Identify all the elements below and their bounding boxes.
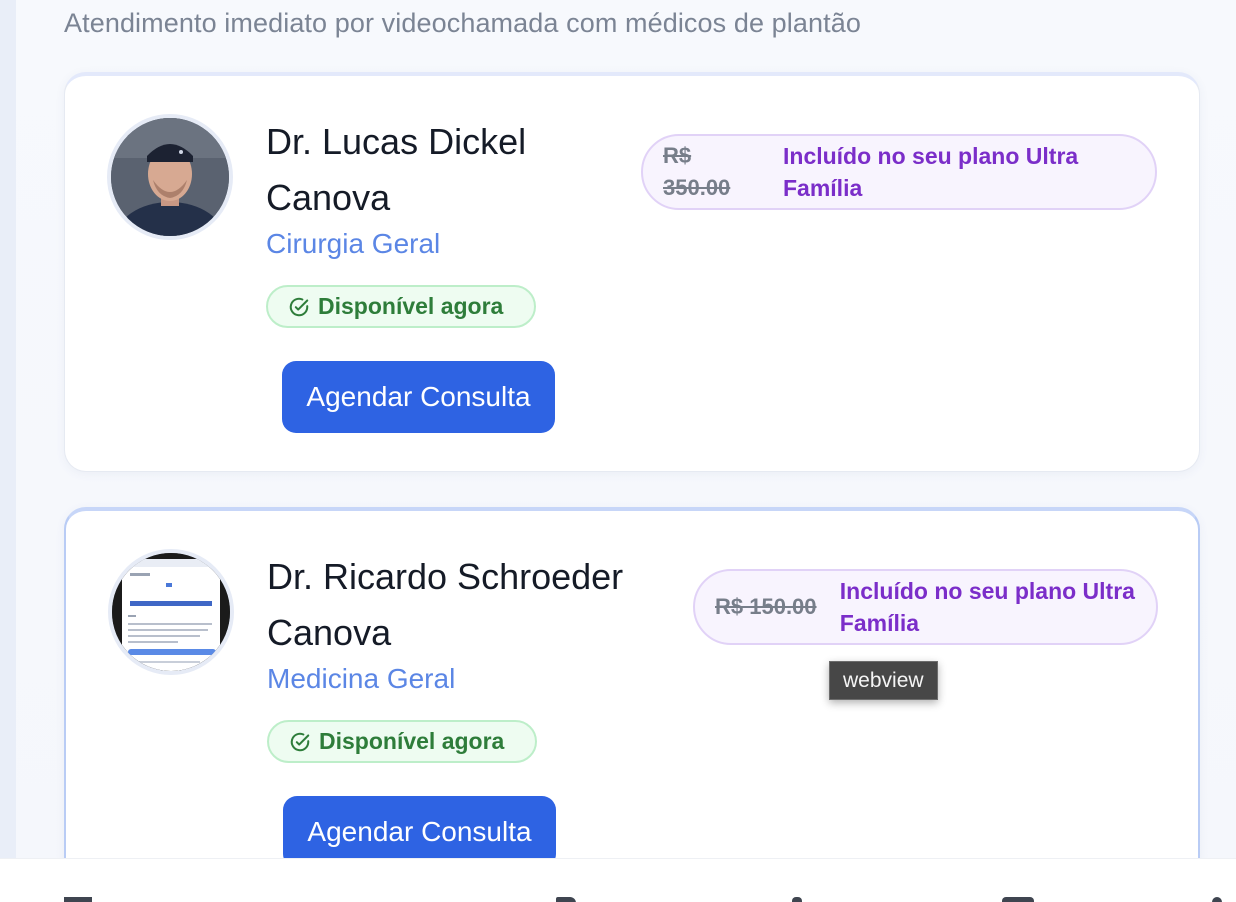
original-price: R$ 350.00 <box>663 143 731 200</box>
content-area: Atendimento imediato por videochamada co… <box>16 0 1236 902</box>
doctor-specialty: Medicina Geral <box>267 663 456 694</box>
tooltip: webview <box>829 661 938 700</box>
check-circle-icon <box>290 732 310 751</box>
avatar <box>108 549 234 675</box>
doctor-photo <box>111 118 229 236</box>
page-subtitle: Atendimento imediato por videochamada co… <box>64 8 861 38</box>
status-badge: Disponível agora <box>266 285 536 328</box>
grid-icon[interactable] <box>64 897 92 902</box>
doctor-card: Dr. Ricardo Schroeder Canova Medicina Ge… <box>64 507 1200 902</box>
plan-included-note: Incluído no seu plano Ultra Família <box>839 578 1135 636</box>
document-icon[interactable] <box>556 897 576 902</box>
status-badge: Disponível agora <box>267 720 537 763</box>
stethoscope-icon[interactable] <box>792 897 802 902</box>
price-badge: R$ 350.00 Incluído no seu plano Ultra Fa… <box>641 134 1157 210</box>
status-label: Disponível agora <box>318 293 504 319</box>
check-circle-icon <box>289 297 309 316</box>
avatar <box>107 114 233 240</box>
doctor-specialty: Cirurgia Geral <box>266 228 441 259</box>
status-label: Disponível agora <box>319 728 505 754</box>
profile-icon[interactable] <box>1212 897 1222 902</box>
doctor-name: Dr. Ricardo Schroeder Canova <box>267 556 624 653</box>
original-price: R$ 150.00 <box>715 594 817 619</box>
doctor-card: Dr. Lucas Dickel Canova Cirurgia Geral D… <box>64 72 1200 472</box>
bottom-nav <box>0 858 1236 902</box>
wallet-icon[interactable] <box>1002 897 1034 902</box>
plan-included-note: Incluído no seu plano Ultra Família <box>783 143 1079 201</box>
document-thumbnail <box>112 553 230 671</box>
price-badge: R$ 150.00 Incluído no seu plano Ultra Fa… <box>693 569 1158 645</box>
doctor-name: Dr. Lucas Dickel Canova <box>266 121 527 218</box>
schedule-consultation-button[interactable]: Agendar Consulta <box>282 361 555 433</box>
